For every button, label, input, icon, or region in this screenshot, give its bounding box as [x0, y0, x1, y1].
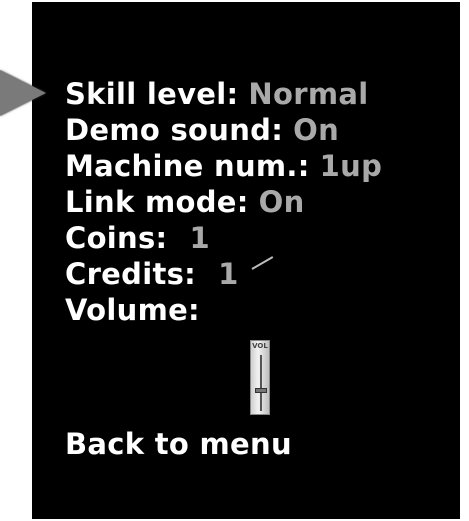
menu-item-label: Skill level: [65, 77, 239, 111]
menu-item-coins[interactable]: Coins: 1 [65, 220, 382, 256]
menu-item-volume[interactable]: Volume: [65, 292, 382, 328]
volume-slider[interactable]: VOL [250, 340, 270, 415]
back-to-menu-button[interactable]: Back to menu [65, 426, 292, 462]
selection-arrow-icon [0, 70, 46, 116]
volume-slider-label: VOL [252, 342, 268, 350]
menu-item-skill-level[interactable]: Skill level: Normal [65, 76, 382, 112]
menu-item-value: On [258, 185, 305, 219]
menu-item-label: Machine num.: [65, 149, 310, 183]
volume-knob[interactable] [255, 388, 267, 394]
menu-item-value: On [293, 113, 340, 147]
menu-item-machine-num[interactable]: Machine num.: 1up [65, 148, 382, 184]
menu-item-label: Demo sound: [65, 113, 284, 147]
menu-item-value: Normal [248, 77, 369, 111]
menu-item-value: 1 [189, 221, 210, 255]
menu-item-label: Volume: [65, 293, 200, 327]
menu-item-label: Link mode: [65, 185, 249, 219]
menu-item-link-mode[interactable]: Link mode: On [65, 184, 382, 220]
options-menu: Skill level: Normal Demo sound: On Machi… [65, 76, 382, 328]
menu-item-value: 1 [218, 257, 239, 291]
menu-item-label: Coins: [65, 221, 168, 255]
volume-track [260, 355, 262, 411]
menu-item-value: 1up [319, 149, 383, 183]
menu-item-label: Credits: [65, 257, 197, 291]
menu-item-credits[interactable]: Credits: 1 [65, 256, 382, 292]
menu-item-demo-sound[interactable]: Demo sound: On [65, 112, 382, 148]
